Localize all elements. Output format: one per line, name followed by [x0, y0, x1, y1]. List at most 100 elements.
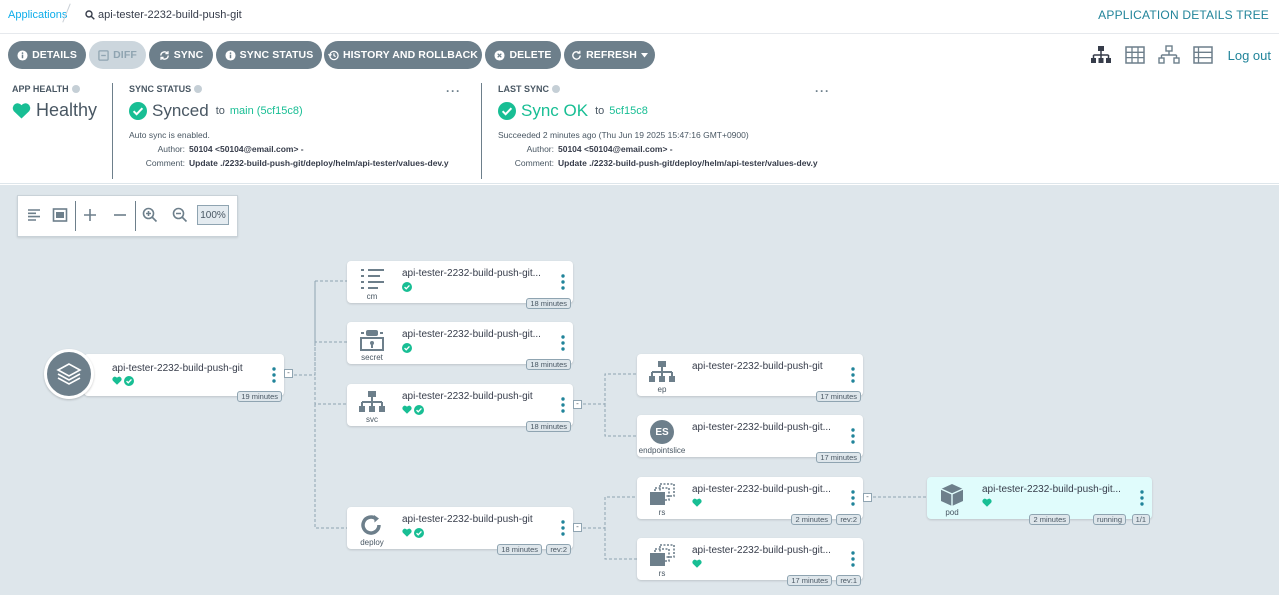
check-circle-icon [414, 528, 424, 538]
collapse-toggle[interactable]: - [863, 493, 872, 502]
kebab-menu-icon[interactable] [1140, 490, 1144, 506]
age-tag: 18 minutes [526, 421, 571, 432]
list-view-icon[interactable] [1192, 45, 1214, 65]
last-sync-value: Sync OK to 5cf15c8 [498, 101, 834, 121]
refresh-icon [572, 50, 581, 60]
replicaset-node-rev2[interactable]: rs api-tester-2232-build-push-git... 2 m… [637, 477, 872, 525]
sync-button[interactable]: SYNC [149, 41, 213, 69]
sync-to-label: to [215, 105, 225, 117]
node-status [982, 498, 992, 507]
action-toolbar: DETAILS DIFF SYNC SYNC STATUS HISTORY AN… [0, 35, 1279, 75]
zoom-level: 100% [197, 205, 229, 225]
age-tag: 17 minutes [787, 575, 832, 586]
more-icon[interactable]: ··· [446, 84, 461, 98]
check-circle-icon [124, 376, 134, 386]
logout-link[interactable]: Log out [1228, 48, 1271, 63]
resource-tree-graph[interactable]: 100% api-tester-2232-build-push-git 19 m… [0, 185, 1279, 595]
node-name: api-tester-2232-build-push-git... [402, 329, 541, 340]
configmap-node[interactable]: cm api-tester-2232-build-push-git... 18 … [347, 261, 573, 309]
age-tag: 18 minutes [526, 359, 571, 370]
sync-status-button[interactable]: SYNC STATUS [216, 41, 322, 69]
expand-icon[interactable] [82, 207, 98, 223]
details-label: DETAILS [32, 49, 77, 61]
last-sync-to-label: to [595, 105, 605, 117]
check-circle-icon [402, 343, 412, 353]
kebab-menu-icon[interactable] [561, 335, 565, 351]
kebab-menu-icon[interactable] [561, 397, 565, 413]
node-kind: cm [366, 292, 378, 301]
heart-icon [692, 498, 702, 507]
history-rollback-button[interactable]: HISTORY AND ROLLBACK [324, 41, 482, 69]
node-status [692, 559, 702, 568]
kebab-menu-icon[interactable] [851, 551, 855, 567]
endpoints-node[interactable]: ep api-tester-2232-build-push-git 17 min… [637, 354, 863, 402]
details-button[interactable]: DETAILS [8, 41, 86, 69]
kebab-menu-icon[interactable] [851, 367, 855, 383]
align-left-icon[interactable] [26, 207, 42, 223]
node-name: api-tester-2232-build-push-git... [692, 545, 831, 556]
pods-view-icon[interactable] [1124, 45, 1146, 65]
kebab-menu-icon[interactable] [851, 428, 855, 444]
tree-view-icon[interactable] [1090, 45, 1112, 65]
replicaset-icon [650, 544, 675, 566]
heart-icon [402, 405, 412, 414]
refresh-button[interactable]: REFRESH [564, 41, 655, 69]
deployment-icon [361, 515, 381, 535]
application-node[interactable]: api-tester-2232-build-push-git 19 minute… [44, 349, 293, 402]
last-sync-target-link[interactable]: 5cf15c8 [609, 105, 648, 117]
pod-node[interactable]: pod api-tester-2232-build-push-git... 2 … [927, 477, 1152, 525]
node-kind: deploy [360, 538, 384, 547]
sync-comment-row: Comment: Update ./2232-build-push-git/dep… [129, 158, 465, 168]
last-sync-author-row: Author: 50104 <50104@email.com> - [498, 144, 834, 154]
layers-icon [56, 363, 82, 385]
application-node-card[interactable]: api-tester-2232-build-push-git 19 minute… [84, 354, 284, 402]
top-bar: Applications api-tester-2232-build-push-… [0, 0, 1279, 34]
age-tag: 18 minutes [526, 298, 571, 309]
app-health-title: APP HEALTH [12, 84, 97, 94]
collapse-icon[interactable] [112, 207, 128, 223]
help-icon[interactable] [71, 85, 80, 93]
revision-tag: rev:1 [836, 575, 861, 586]
node-kind: rs [658, 508, 666, 517]
service-node[interactable]: svc api-tester-2232-build-push-git 18 mi… [347, 384, 582, 432]
age-tag: 2 minutes [1029, 514, 1070, 525]
sync-target-link[interactable]: main (5cf15c8) [230, 105, 303, 117]
app-health-value: Healthy [12, 100, 97, 121]
replicaset-node-rev1[interactable]: rs api-tester-2232-build-push-git... 17 … [637, 538, 863, 586]
kebab-menu-icon[interactable] [561, 274, 565, 290]
author-label: Author: [526, 144, 554, 154]
delete-button[interactable]: DELETE [485, 41, 561, 69]
kebab-menu-icon[interactable] [272, 367, 276, 383]
secret-node[interactable]: secret api-tester-2232-build-push-git...… [347, 322, 573, 370]
node-name: api-tester-2232-build-push-git [402, 391, 533, 402]
zoom-divider [135, 201, 136, 231]
deployment-node[interactable]: deploy api-tester-2232-build-push-git 18… [347, 507, 582, 555]
help-icon[interactable] [552, 85, 561, 93]
zoom-in-icon[interactable] [142, 207, 158, 223]
service-icon [359, 391, 385, 412]
kebab-menu-icon[interactable] [851, 490, 855, 506]
fit-to-screen-icon[interactable] [52, 207, 68, 223]
kebab-menu-icon[interactable] [561, 520, 565, 536]
view-switcher: Log out [1090, 45, 1271, 65]
node-name: api-tester-2232-build-push-git... [402, 268, 541, 279]
pod-state-tag: running [1092, 514, 1126, 525]
node-kind: rs [658, 569, 666, 578]
application-node-status [112, 376, 134, 386]
help-icon[interactable] [194, 85, 203, 93]
zoom-out-icon[interactable] [172, 207, 188, 223]
collapse-toggle[interactable]: - [573, 523, 582, 532]
endpointslice-node[interactable]: ES endpointslice api-tester-2232-build-p… [637, 415, 863, 463]
app-health-section: APP HEALTH Healthy [12, 84, 97, 121]
app-health-text: Healthy [36, 100, 98, 120]
node-name: api-tester-2232-build-push-git [402, 514, 533, 525]
breadcrumb-applications-link[interactable]: Applications [8, 9, 67, 21]
diff-icon [98, 49, 109, 61]
network-view-icon[interactable] [1157, 45, 1180, 65]
collapse-toggle[interactable]: - [284, 369, 293, 378]
collapse-toggle[interactable]: - [573, 400, 582, 409]
more-icon[interactable]: ··· [815, 84, 830, 98]
configmap-icon [361, 269, 384, 289]
diff-button[interactable]: DIFF [89, 41, 146, 69]
auto-sync-note: Auto sync is enabled. [129, 130, 210, 140]
